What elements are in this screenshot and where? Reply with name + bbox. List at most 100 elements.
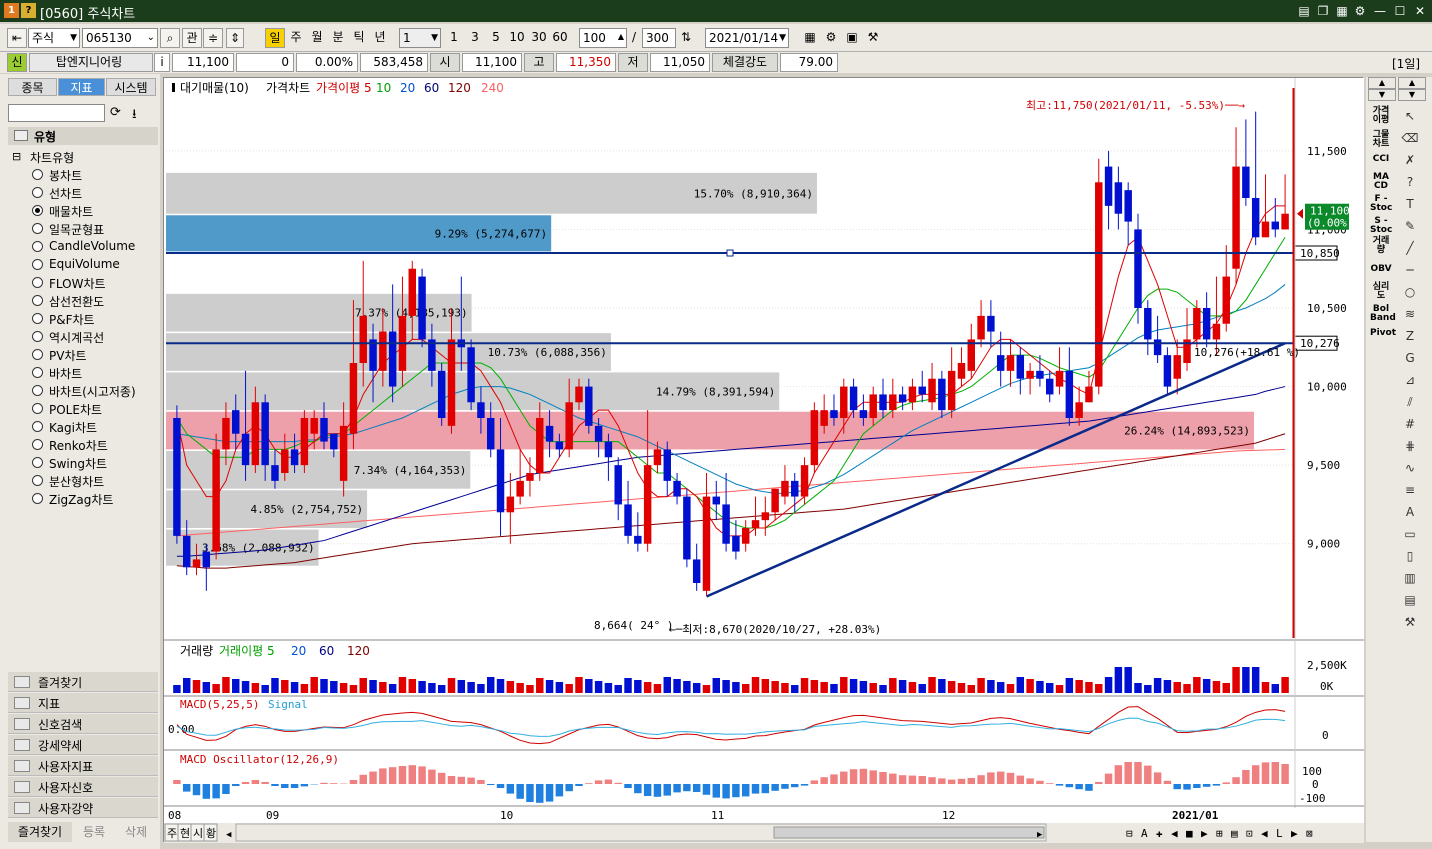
- indicator-shortcut[interactable]: F - Stoc: [1370, 195, 1392, 213]
- indicator-shortcut[interactable]: OBV: [1370, 265, 1392, 274]
- date-picker[interactable]: 2021/01/14 ▼: [705, 28, 789, 48]
- cursor-icon[interactable]: ↖: [1400, 107, 1420, 125]
- chart-type-radio[interactable]: [32, 277, 43, 288]
- folder-1[interactable]: 즐겨찾기: [8, 672, 158, 692]
- indicator-shortcut[interactable]: 거래 량: [1370, 237, 1392, 255]
- indicator-shortcut[interactable]: Pivot: [1370, 329, 1396, 338]
- chart-type-label[interactable]: EquiVolume: [49, 257, 120, 271]
- quick-3[interactable]: 3: [466, 28, 484, 48]
- chart-type-label[interactable]: POLE차트: [49, 401, 102, 418]
- chart-area[interactable]: 11,500 11,000 10,500 10,000 9,500 9,000 15.70%…: [163, 77, 1364, 843]
- period-tick[interactable]: 틱: [349, 28, 369, 48]
- wrench-icon[interactable]: ⚒: [1400, 613, 1420, 631]
- scroll-down-icon[interactable]: ▼: [1398, 89, 1426, 101]
- chart-type-label[interactable]: Renko차트: [49, 437, 108, 454]
- stock-code-input[interactable]: 065130 ⌄: [82, 28, 158, 48]
- chart-type-label[interactable]: 삼선전환도: [49, 293, 104, 310]
- quick-60[interactable]: 60: [549, 28, 571, 48]
- line-icon[interactable]: ╱: [1400, 239, 1420, 257]
- tree-root[interactable]: 차트유형: [30, 149, 74, 166]
- circle-icon[interactable]: ○: [1400, 283, 1420, 301]
- close-icon[interactable]: ✕: [1412, 3, 1428, 19]
- chart-type-label[interactable]: CandleVolume: [49, 239, 135, 253]
- indicator-shortcut[interactable]: S - Stoc: [1370, 217, 1392, 235]
- question-icon[interactable]: ?: [1400, 173, 1420, 191]
- chart-type-label[interactable]: 선차트: [49, 185, 82, 202]
- quick-10[interactable]: 10: [506, 28, 528, 48]
- chart-type-label[interactable]: PV차트: [49, 347, 87, 364]
- maximize-icon[interactable]: ☐: [1392, 3, 1408, 19]
- help-badge[interactable]: ?: [21, 3, 36, 18]
- chart-type-radio[interactable]: [32, 259, 43, 270]
- delete-button[interactable]: 삭제: [116, 822, 156, 842]
- period-month[interactable]: 월: [307, 28, 327, 48]
- window-icon[interactable]: ▭: [1400, 525, 1420, 543]
- indicator-shortcut[interactable]: 심리 도: [1370, 283, 1392, 301]
- chart-type-label[interactable]: P&F차트: [49, 311, 95, 328]
- fan-icon[interactable]: ⊿: [1400, 371, 1420, 389]
- chart-type-radio[interactable]: [32, 223, 43, 234]
- indicator-shortcut[interactable]: Bol Band: [1370, 305, 1396, 323]
- chart-type-radio[interactable]: [32, 313, 43, 324]
- indicator-shortcut[interactable]: CCI: [1370, 155, 1392, 164]
- folder-3[interactable]: 신호검색: [8, 714, 158, 734]
- hline-icon[interactable]: ─: [1400, 261, 1420, 279]
- indicator-shortcut[interactable]: MA CD: [1370, 173, 1392, 191]
- line-handle[interactable]: [726, 249, 734, 257]
- chart-type-radio[interactable]: [32, 331, 43, 342]
- chart-type-label[interactable]: 바차트: [49, 365, 82, 382]
- chart-type-radio[interactable]: [32, 475, 43, 486]
- chart-type-radio[interactable]: [32, 205, 43, 216]
- scrollbar-thumb[interactable]: [773, 826, 1045, 839]
- quick-1[interactable]: 1: [445, 28, 463, 48]
- scroll-up-icon[interactable]: ▲: [1398, 77, 1426, 89]
- chart-type-radio[interactable]: [32, 169, 43, 180]
- folder-4[interactable]: 강세약세: [8, 735, 158, 755]
- register-button[interactable]: 등록: [73, 822, 115, 842]
- download-icon[interactable]: ⭳: [132, 105, 137, 127]
- chart-type-label[interactable]: 바차트(시고저종): [49, 383, 136, 400]
- tab-system[interactable]: 시스템: [106, 78, 156, 96]
- copy-icon[interactable]: ❐: [1315, 3, 1331, 19]
- chart-type-radio[interactable]: [32, 295, 43, 306]
- minimize-icon[interactable]: —: [1372, 3, 1388, 19]
- chart-type-label[interactable]: 일목균형표: [49, 221, 104, 238]
- folder-7[interactable]: 사용자강약: [8, 798, 158, 818]
- folder-6[interactable]: 사용자신호: [8, 777, 158, 797]
- grid-icon[interactable]: #: [1400, 415, 1420, 433]
- indicator-search-input[interactable]: [8, 104, 105, 122]
- brush-icon[interactable]: ✎: [1400, 217, 1420, 235]
- chart-type-label[interactable]: Swing차트: [49, 455, 107, 472]
- zigzag-icon[interactable]: Z: [1400, 327, 1420, 345]
- wave-icon[interactable]: ∿: [1400, 459, 1420, 477]
- quick-30[interactable]: 30: [528, 28, 550, 48]
- info-icon[interactable]: i: [154, 53, 170, 72]
- chart-type-radio[interactable]: [32, 241, 43, 252]
- chart-type-radio[interactable]: [32, 403, 43, 414]
- chart-type-label[interactable]: Kagi차트: [49, 419, 97, 436]
- chart-type-label[interactable]: 역시계곡선: [49, 329, 104, 346]
- scroll-down-icon[interactable]: ▼: [1368, 89, 1396, 101]
- search-icon[interactable]: ⌕: [160, 28, 180, 48]
- count-input[interactable]: 100 ▲: [579, 28, 627, 48]
- print-icon[interactable]: ▦: [1334, 3, 1350, 19]
- period-day[interactable]: 일: [265, 28, 285, 48]
- chart-type-radio[interactable]: [32, 385, 43, 396]
- eraser-icon[interactable]: ⌫: [1400, 129, 1420, 147]
- auto-icon[interactable]: A: [1400, 503, 1420, 521]
- interval-select[interactable]: 1 ▼: [399, 28, 441, 48]
- bar-icon[interactable]: ▥: [1400, 569, 1420, 587]
- period-minute[interactable]: 분: [328, 28, 348, 48]
- chart-type-radio[interactable]: [32, 493, 43, 504]
- chart-type-radio[interactable]: [32, 187, 43, 198]
- market-select[interactable]: 주식 ▼: [28, 28, 80, 48]
- type-section[interactable]: 유형: [8, 127, 158, 145]
- updown-icon[interactable]: ⇕: [226, 28, 244, 48]
- scroll-icon[interactable]: ≑: [203, 28, 223, 48]
- settings-icon[interactable]: ⚙: [1352, 3, 1368, 19]
- layout-icon[interactable]: ▤: [1296, 3, 1312, 19]
- multiline-icon[interactable]: ⋕: [1400, 437, 1420, 455]
- fibonacci-icon[interactable]: ≋: [1400, 305, 1420, 323]
- save-icon[interactable]: ▣: [843, 28, 861, 48]
- table-icon[interactable]: ▦: [801, 28, 819, 48]
